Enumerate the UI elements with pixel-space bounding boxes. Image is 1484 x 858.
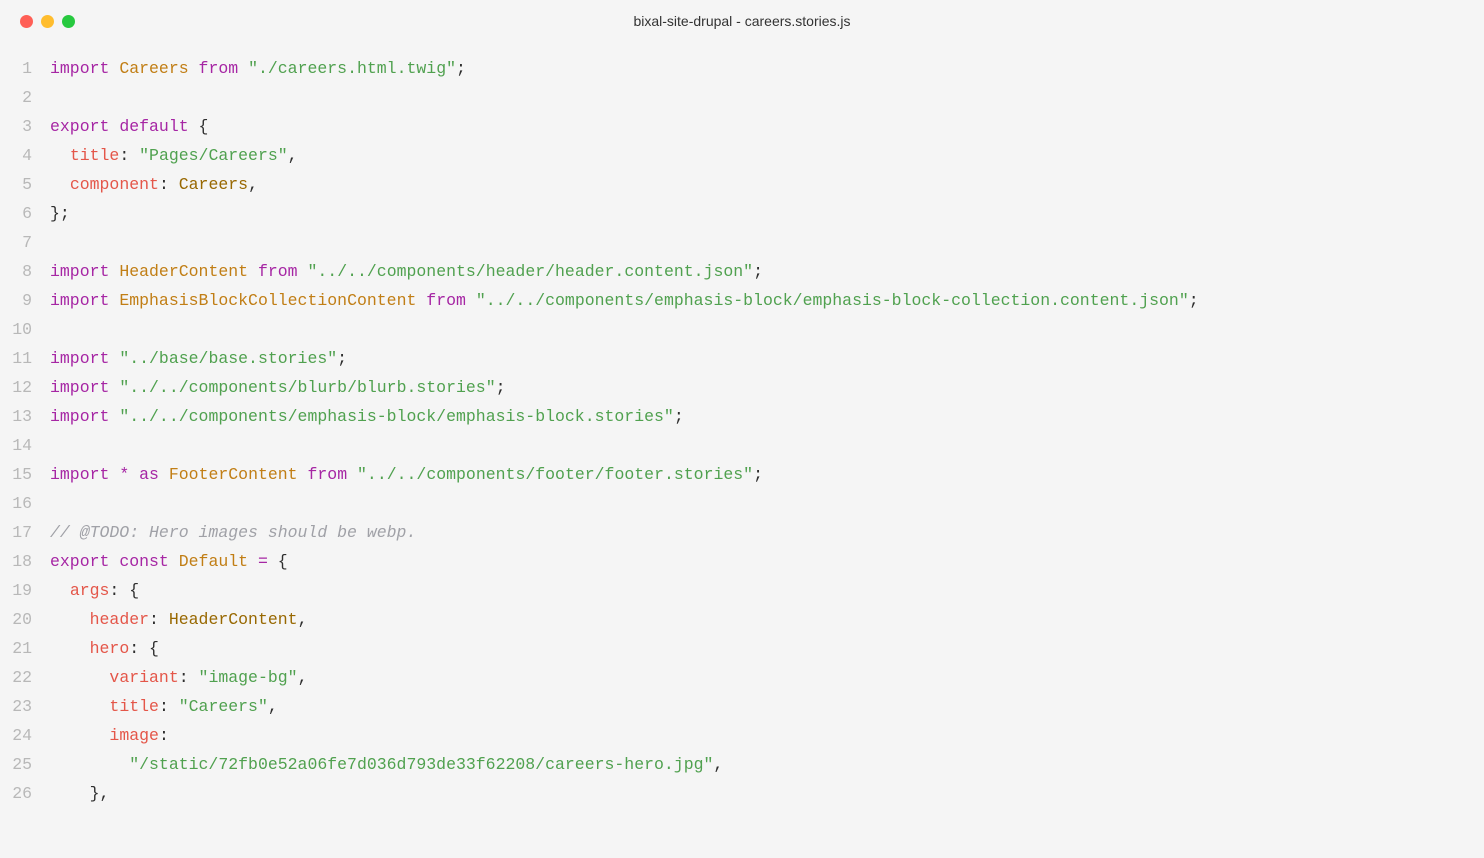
line-number: 8	[0, 257, 50, 286]
code-content[interactable]: header: HeaderContent,	[50, 605, 1484, 634]
code-line[interactable]: 11import "../base/base.stories";	[0, 344, 1484, 373]
line-number: 9	[0, 286, 50, 315]
code-line[interactable]: 19 args: {	[0, 576, 1484, 605]
code-content[interactable]: component: Careers,	[50, 170, 1484, 199]
line-number: 16	[0, 489, 50, 518]
code-content[interactable]: };	[50, 199, 1484, 228]
line-number: 15	[0, 460, 50, 489]
line-number: 7	[0, 228, 50, 257]
line-number: 1	[0, 54, 50, 83]
window-title: bixal-site-drupal - careers.stories.js	[633, 13, 850, 29]
line-number: 18	[0, 547, 50, 576]
code-line[interactable]: 25 "/static/72fb0e52a06fe7d036d793de33f6…	[0, 750, 1484, 779]
code-content[interactable]: title: "Pages/Careers",	[50, 141, 1484, 170]
code-content[interactable]: import EmphasisBlockCollectionContent fr…	[50, 286, 1484, 315]
editor-window: bixal-site-drupal - careers.stories.js 1…	[0, 0, 1484, 858]
code-content[interactable]: import * as FooterContent from "../../co…	[50, 460, 1484, 489]
line-number: 3	[0, 112, 50, 141]
line-number: 5	[0, 170, 50, 199]
line-number: 4	[0, 141, 50, 170]
code-line[interactable]: 26 },	[0, 779, 1484, 808]
titlebar: bixal-site-drupal - careers.stories.js	[0, 0, 1484, 42]
line-number: 10	[0, 315, 50, 344]
maximize-icon[interactable]	[62, 15, 75, 28]
traffic-lights	[20, 15, 75, 28]
line-number: 2	[0, 83, 50, 112]
code-content[interactable]: image:	[50, 721, 1484, 750]
code-line[interactable]: 1import Careers from "./careers.html.twi…	[0, 54, 1484, 83]
code-content[interactable]	[50, 83, 1484, 112]
line-number: 20	[0, 605, 50, 634]
code-content[interactable]: export const Default = {	[50, 547, 1484, 576]
code-line[interactable]: 21 hero: {	[0, 634, 1484, 663]
code-content[interactable]: // @TODO: Hero images should be webp.	[50, 518, 1484, 547]
code-content[interactable]: title: "Careers",	[50, 692, 1484, 721]
code-content[interactable]: import "../base/base.stories";	[50, 344, 1484, 373]
code-line[interactable]: 7	[0, 228, 1484, 257]
code-line[interactable]: 16	[0, 489, 1484, 518]
code-content[interactable]: },	[50, 779, 1484, 808]
line-number: 14	[0, 431, 50, 460]
code-content[interactable]	[50, 489, 1484, 518]
code-line[interactable]: 12import "../../components/blurb/blurb.s…	[0, 373, 1484, 402]
code-line[interactable]: 22 variant: "image-bg",	[0, 663, 1484, 692]
line-number: 11	[0, 344, 50, 373]
code-content[interactable]: import "../../components/emphasis-block/…	[50, 402, 1484, 431]
code-line[interactable]: 23 title: "Careers",	[0, 692, 1484, 721]
code-line[interactable]: 4 title: "Pages/Careers",	[0, 141, 1484, 170]
code-line[interactable]: 20 header: HeaderContent,	[0, 605, 1484, 634]
code-line[interactable]: 18export const Default = {	[0, 547, 1484, 576]
code-line[interactable]: 24 image:	[0, 721, 1484, 750]
close-icon[interactable]	[20, 15, 33, 28]
line-number: 13	[0, 402, 50, 431]
code-content[interactable]: "/static/72fb0e52a06fe7d036d793de33f6220…	[50, 750, 1484, 779]
line-number: 26	[0, 779, 50, 808]
code-line[interactable]: 17// @TODO: Hero images should be webp.	[0, 518, 1484, 547]
code-content[interactable]: import HeaderContent from "../../compone…	[50, 257, 1484, 286]
code-line[interactable]: 3export default {	[0, 112, 1484, 141]
line-number: 6	[0, 199, 50, 228]
line-number: 12	[0, 373, 50, 402]
line-number: 19	[0, 576, 50, 605]
code-line[interactable]: 15import * as FooterContent from "../../…	[0, 460, 1484, 489]
code-content[interactable]: import Careers from "./careers.html.twig…	[50, 54, 1484, 83]
code-line[interactable]: 10	[0, 315, 1484, 344]
code-content[interactable]: import "../../components/blurb/blurb.sto…	[50, 373, 1484, 402]
code-line[interactable]: 2	[0, 83, 1484, 112]
code-content[interactable]	[50, 228, 1484, 257]
line-number: 21	[0, 634, 50, 663]
line-number: 25	[0, 750, 50, 779]
line-number: 22	[0, 663, 50, 692]
line-number: 17	[0, 518, 50, 547]
code-line[interactable]: 14	[0, 431, 1484, 460]
code-line[interactable]: 9import EmphasisBlockCollectionContent f…	[0, 286, 1484, 315]
code-line[interactable]: 8import HeaderContent from "../../compon…	[0, 257, 1484, 286]
code-content[interactable]	[50, 315, 1484, 344]
line-number: 23	[0, 692, 50, 721]
code-content[interactable]: hero: {	[50, 634, 1484, 663]
code-content[interactable]: variant: "image-bg",	[50, 663, 1484, 692]
code-editor[interactable]: 1import Careers from "./careers.html.twi…	[0, 42, 1484, 820]
code-content[interactable]: export default {	[50, 112, 1484, 141]
code-content[interactable]	[50, 431, 1484, 460]
code-content[interactable]: args: {	[50, 576, 1484, 605]
line-number: 24	[0, 721, 50, 750]
code-line[interactable]: 5 component: Careers,	[0, 170, 1484, 199]
code-line[interactable]: 6};	[0, 199, 1484, 228]
code-line[interactable]: 13import "../../components/emphasis-bloc…	[0, 402, 1484, 431]
minimize-icon[interactable]	[41, 15, 54, 28]
